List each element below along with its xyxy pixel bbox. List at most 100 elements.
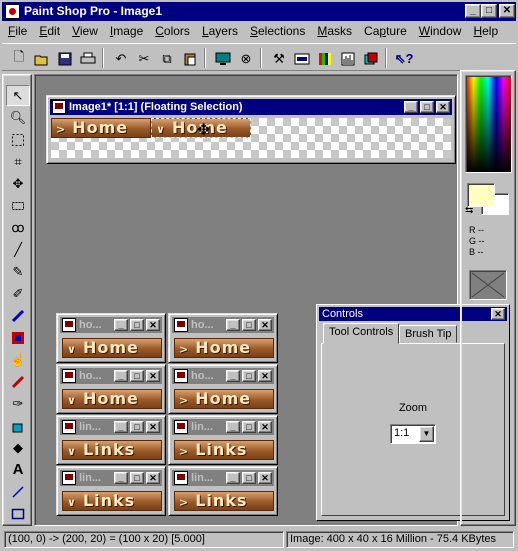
thumbnail-window[interactable]: ho... _ □ ✕ > Home — [168, 313, 278, 363]
thumbnail-minimize-button[interactable]: _ — [226, 370, 240, 382]
menu-file[interactable]: File — [2, 22, 33, 41]
lasso-tool-icon[interactable]: ꝏ — [6, 217, 30, 238]
thumbnail-maximize-button[interactable]: □ — [242, 370, 256, 382]
paintbrush-tool-icon[interactable]: ✎ — [6, 261, 30, 282]
thumbnail-minimize-button[interactable]: _ — [226, 421, 240, 433]
document-icon[interactable] — [62, 420, 76, 434]
crop-tool-icon[interactable]: ⌗ — [6, 151, 30, 172]
layer-palette-icon[interactable] — [360, 48, 382, 69]
scratch-remover-icon[interactable]: ☝ — [6, 349, 30, 370]
arrow-tool-icon[interactable]: ↖ — [6, 85, 30, 106]
thumbnail-maximize-button[interactable]: □ — [130, 319, 144, 331]
color-replacer-icon[interactable] — [6, 305, 30, 326]
menu-masks[interactable]: Masks — [311, 22, 358, 41]
thumbnail-maximize-button[interactable]: □ — [130, 370, 144, 382]
menu-colors[interactable]: Colors — [149, 22, 196, 41]
toggle-color-palette-icon[interactable] — [314, 48, 336, 69]
text-tool-icon[interactable]: A — [6, 459, 30, 480]
document-icon[interactable] — [62, 471, 76, 485]
color-spectrum[interactable] — [465, 75, 512, 173]
thumbnail-close-button[interactable]: ✕ — [146, 421, 160, 433]
image1-maximize-button[interactable]: □ — [420, 101, 434, 113]
print-icon[interactable] — [77, 48, 99, 69]
thumbnail-close-button[interactable]: ✕ — [258, 472, 272, 484]
foreground-color-swatch[interactable] — [467, 183, 495, 207]
thumbnail-window[interactable]: lin... _ □ ✕ > Links — [168, 415, 278, 465]
document-icon[interactable] — [174, 318, 188, 332]
paste-icon[interactable] — [179, 48, 201, 69]
thumbnail-window[interactable]: ho... _ □ ✕ ∨ Home — [56, 364, 166, 414]
menu-edit[interactable]: Edit — [33, 22, 66, 41]
tab-brush-tip[interactable]: Brush Tip — [399, 325, 458, 343]
maximize-button[interactable]: □ — [481, 4, 497, 18]
menu-capture[interactable]: Capture — [358, 22, 413, 41]
thumbnail-minimize-button[interactable]: _ — [114, 370, 128, 382]
close-button[interactable]: ✕ — [499, 4, 515, 18]
menu-help[interactable]: Help — [467, 22, 504, 41]
undo-icon[interactable]: ↶ — [110, 48, 132, 69]
thumbnail-maximize-button[interactable]: □ — [242, 319, 256, 331]
help-icon[interactable]: ⇖? — [393, 48, 415, 69]
thumbnail-close-button[interactable]: ✕ — [258, 370, 272, 382]
tab-tool-controls[interactable]: Tool Controls — [323, 323, 400, 344]
menu-image[interactable]: Image — [104, 22, 149, 41]
thumbnail-maximize-button[interactable]: □ — [242, 421, 256, 433]
thumbnail-title-bar[interactable]: lin... _ □ ✕ — [172, 470, 274, 486]
paint-shop-pro-icon[interactable] — [5, 4, 20, 19]
thumbnail-maximize-button[interactable]: □ — [242, 472, 256, 484]
minimize-button[interactable]: _ — [465, 4, 481, 18]
new-icon[interactable]: 🗋 — [8, 48, 30, 69]
thumbnail-title-bar[interactable]: ho... _ □ ✕ — [172, 317, 274, 333]
picture-tube-icon[interactable]: ✑ — [6, 393, 30, 414]
browse-icon[interactable] — [212, 48, 234, 69]
thumbnail-title-bar[interactable]: ho... _ □ ✕ — [60, 368, 162, 384]
menu-selections[interactable]: Selections — [244, 22, 311, 41]
thumbnail-minimize-button[interactable]: _ — [114, 421, 128, 433]
thumbnail-title-bar[interactable]: lin... _ □ ✕ — [60, 470, 162, 486]
thumbnail-title-bar[interactable]: lin... _ □ ✕ — [172, 419, 274, 435]
thumbnail-minimize-button[interactable]: _ — [226, 319, 240, 331]
thumbnail-minimize-button[interactable]: _ — [114, 472, 128, 484]
menu-view[interactable]: View — [66, 22, 104, 41]
document-icon[interactable] — [174, 420, 188, 434]
image1-window[interactable]: Image1* [1:1] (Floating Selection) _ □ ✕… — [46, 95, 456, 164]
capture-icon[interactable]: ⊗ — [235, 48, 257, 69]
histogram-icon[interactable] — [337, 48, 359, 69]
thumbnail-title-bar[interactable]: ho... _ □ ✕ — [60, 317, 162, 333]
thumbnail-close-button[interactable]: ✕ — [258, 319, 272, 331]
document-icon[interactable] — [62, 369, 76, 383]
thumbnail-window[interactable]: lin... _ □ ✕ ∨ Links — [56, 415, 166, 465]
save-icon[interactable] — [54, 48, 76, 69]
dropper-tool-icon[interactable]: ╱ — [6, 239, 30, 260]
open-icon[interactable] — [31, 48, 53, 69]
document-icon[interactable] — [174, 471, 188, 485]
line-tool-icon[interactable] — [6, 481, 30, 502]
menu-window[interactable]: Window — [413, 22, 468, 41]
rectangle-select-icon[interactable] — [6, 195, 30, 216]
zoom-select[interactable]: 1:1 ▼ — [390, 424, 436, 444]
mover-tool-icon[interactable]: ✥ — [6, 173, 30, 194]
thumbnail-close-button[interactable]: ✕ — [146, 319, 160, 331]
thumbnail-title-bar[interactable]: lin... _ □ ✕ — [60, 419, 162, 435]
document-icon[interactable] — [62, 318, 76, 332]
shape-tool-icon[interactable] — [6, 503, 30, 524]
thumbnail-window[interactable]: ho... _ □ ✕ > Home — [168, 364, 278, 414]
image1-title-bar[interactable]: Image1* [1:1] (Floating Selection) _ □ ✕ — [50, 99, 452, 115]
document-icon[interactable] — [52, 100, 66, 114]
retouch-tool-icon[interactable] — [6, 327, 30, 348]
thumbnail-maximize-button[interactable]: □ — [130, 421, 144, 433]
image1-minimize-button[interactable]: _ — [404, 101, 418, 113]
clone-brush-icon[interactable]: ✐ — [6, 283, 30, 304]
airbrush-icon[interactable] — [6, 415, 30, 436]
copy-icon[interactable]: ⧉ — [156, 48, 178, 69]
thumbnail-window[interactable]: ho... _ □ ✕ ∨ Home — [56, 313, 166, 363]
zoom-tool-icon[interactable]: 🔍︎ — [6, 107, 30, 128]
thumbnail-close-button[interactable]: ✕ — [146, 472, 160, 484]
thumbnail-maximize-button[interactable]: □ — [130, 472, 144, 484]
thumbnail-window[interactable]: lin... _ □ ✕ ∨ Links — [56, 466, 166, 516]
thumbnail-title-bar[interactable]: ho... _ □ ✕ — [172, 368, 274, 384]
chevron-down-icon[interactable]: ▼ — [419, 426, 434, 442]
menu-layers[interactable]: Layers — [196, 22, 244, 41]
selection-tool-icon[interactable] — [6, 129, 30, 150]
document-icon[interactable] — [174, 369, 188, 383]
